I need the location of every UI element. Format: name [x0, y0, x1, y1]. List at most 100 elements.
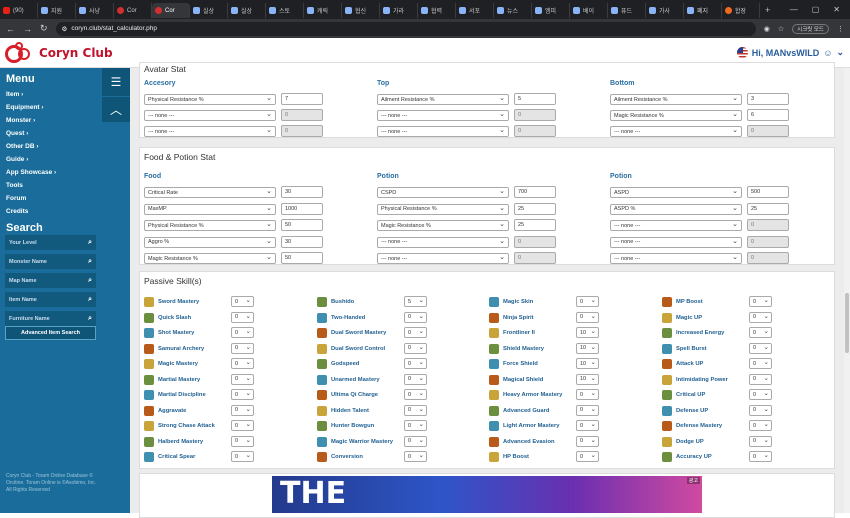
- stat-value-input[interactable]: 6: [747, 109, 789, 121]
- search-icon[interactable]: ⌕: [88, 296, 92, 304]
- skill-level-select[interactable]: 0: [749, 311, 772, 323]
- skill-level-select[interactable]: 0: [404, 435, 427, 447]
- stat-value-input[interactable]: 50: [281, 252, 323, 264]
- skill-level-select[interactable]: 0: [749, 373, 772, 385]
- incognito-badge[interactable]: 시크릿 모드: [792, 23, 829, 34]
- skill-level-select[interactable]: 0: [404, 342, 427, 354]
- browser-tab[interactable]: 지원: [38, 3, 76, 18]
- skill-level-select[interactable]: 0: [749, 358, 772, 369]
- skill-level-select[interactable]: 0: [576, 389, 599, 400]
- skill-level-select[interactable]: 0: [231, 342, 254, 354]
- skill-level-select[interactable]: 0: [749, 420, 772, 431]
- stat-value-input[interactable]: 700: [514, 186, 556, 198]
- stat-select[interactable]: Physical Resistance %: [144, 220, 276, 231]
- browser-tab[interactable]: 가라: [380, 3, 418, 18]
- stat-select[interactable]: Critical Rate: [144, 187, 276, 198]
- maximize-icon[interactable]: ▢: [812, 5, 820, 14]
- reload-icon[interactable]: ↻: [40, 23, 48, 34]
- stat-select[interactable]: --- none ---: [144, 126, 276, 137]
- stat-select[interactable]: --- none ---: [610, 236, 742, 248]
- browser-tab[interactable]: 가사: [646, 3, 684, 18]
- skill-level-select[interactable]: 0: [231, 435, 254, 447]
- browser-tab[interactable]: 베이: [570, 3, 608, 18]
- search-icon[interactable]: ⌕: [88, 277, 92, 285]
- sidebar-item-app-showcase[interactable]: App Showcase ›: [6, 166, 56, 179]
- stat-select[interactable]: --- none ---: [144, 110, 276, 121]
- new-tab-icon[interactable]: +: [760, 5, 775, 15]
- stat-value-input[interactable]: 7: [281, 93, 323, 105]
- browser-tab[interactable]: 사냥: [76, 3, 114, 18]
- your-level-input[interactable]: Your Level ⌕: [5, 235, 96, 250]
- skill-level-select[interactable]: 10: [576, 358, 599, 369]
- skill-level-select[interactable]: 0: [231, 358, 254, 369]
- hamburger-icon[interactable]: ☰: [102, 68, 130, 96]
- eye-off-icon[interactable]: ◉: [764, 25, 770, 33]
- skill-level-select[interactable]: 0: [231, 327, 254, 338]
- browser-tab[interactable]: Cor: [114, 3, 152, 18]
- skill-level-select[interactable]: 0: [576, 311, 599, 323]
- stat-value-input[interactable]: 30: [281, 235, 323, 248]
- search-icon[interactable]: ⌕: [88, 258, 92, 266]
- close-icon[interactable]: ✕: [833, 5, 840, 14]
- bookmark-star-icon[interactable]: ☆: [778, 25, 784, 33]
- stat-value-input[interactable]: 3: [747, 93, 789, 105]
- monster-name-input[interactable]: Monster Name ⌕: [5, 254, 96, 269]
- ad-badge[interactable]: 광고: [686, 477, 700, 484]
- skill-level-select[interactable]: 0: [576, 451, 599, 462]
- browser-tab[interactable]: 폐지: [684, 3, 722, 18]
- browser-tab[interactable]: 합장: [722, 3, 760, 18]
- skill-level-select[interactable]: 0: [404, 311, 427, 323]
- skill-level-select[interactable]: 0: [749, 404, 772, 416]
- browser-tab[interactable]: 퓨드: [608, 3, 646, 18]
- skill-level-select[interactable]: 0: [576, 404, 599, 416]
- skill-level-select[interactable]: 0: [231, 404, 254, 416]
- user-greeting[interactable]: Hi, MANvsWILD ☺ ⌄: [736, 47, 844, 58]
- browser-tab[interactable]: Cor: [152, 3, 190, 18]
- skill-level-select[interactable]: 0: [576, 296, 599, 307]
- stat-value-input[interactable]: 25: [747, 202, 789, 215]
- stat-select[interactable]: Physical Resistance %: [377, 203, 509, 215]
- stat-select[interactable]: --- none ---: [377, 126, 509, 137]
- address-bar[interactable]: ⚙ coryn.club/stat_calculator.php: [55, 21, 756, 36]
- page-scrollbar[interactable]: [844, 68, 850, 513]
- skill-level-select[interactable]: 0: [749, 327, 772, 338]
- skill-level-select[interactable]: 0: [749, 296, 772, 307]
- skill-level-select[interactable]: 0: [404, 420, 427, 431]
- sidebar-item-equipment[interactable]: Equipment ›: [6, 101, 56, 114]
- site-logo[interactable]: Coryn Club: [5, 42, 113, 64]
- item-name-input[interactable]: Item Name ⌕: [5, 292, 96, 307]
- stat-select[interactable]: --- none ---: [610, 126, 742, 137]
- stat-select[interactable]: Ailment Resistance %: [610, 94, 742, 105]
- stat-value-input[interactable]: 25: [514, 219, 556, 231]
- browser-tab[interactable]: 캐릭: [304, 3, 342, 18]
- advertisement-banner[interactable]: THE 광고: [272, 476, 702, 513]
- furniture-name-input[interactable]: Furniture Name ⌕: [5, 311, 96, 326]
- stat-select[interactable]: --- none ---: [610, 220, 742, 231]
- browser-tab[interactable]: 스토: [266, 3, 304, 18]
- stat-select[interactable]: --- none ---: [377, 253, 509, 264]
- back-icon[interactable]: ←: [6, 24, 15, 34]
- skill-level-select[interactable]: 0: [231, 296, 254, 307]
- browser-tab[interactable]: 협력: [418, 3, 456, 18]
- skill-level-select[interactable]: 0: [576, 435, 599, 447]
- skill-level-select[interactable]: 0: [231, 420, 254, 431]
- stat-select[interactable]: Magic Resistance %: [610, 110, 742, 121]
- stat-select[interactable]: ASPD %: [610, 203, 742, 215]
- browser-tab[interactable]: 실상: [190, 3, 228, 18]
- sidebar-item-credits[interactable]: Credits: [6, 205, 56, 218]
- search-icon[interactable]: ⌕: [88, 239, 92, 247]
- skill-level-select[interactable]: 0: [749, 435, 772, 447]
- browser-tab[interactable]: 뉴스: [494, 3, 532, 18]
- sidebar-item-other-db[interactable]: Other DB ›: [6, 140, 56, 153]
- sidebar-item-tools[interactable]: Tools: [6, 179, 56, 192]
- stat-select[interactable]: Magic Resistance %: [377, 220, 509, 231]
- skill-level-select[interactable]: 0: [749, 342, 772, 354]
- stat-value-input[interactable]: 30: [281, 186, 323, 198]
- sidebar-item-guide[interactable]: Guide ›: [6, 153, 56, 166]
- skill-level-select[interactable]: 10: [576, 373, 599, 385]
- skill-level-select[interactable]: 0: [231, 373, 254, 385]
- stat-select[interactable]: CSPD: [377, 187, 509, 198]
- sidebar-item-forum[interactable]: Forum: [6, 192, 56, 205]
- stat-value-input[interactable]: 5: [514, 93, 556, 105]
- browser-tab[interactable]: 서포: [456, 3, 494, 18]
